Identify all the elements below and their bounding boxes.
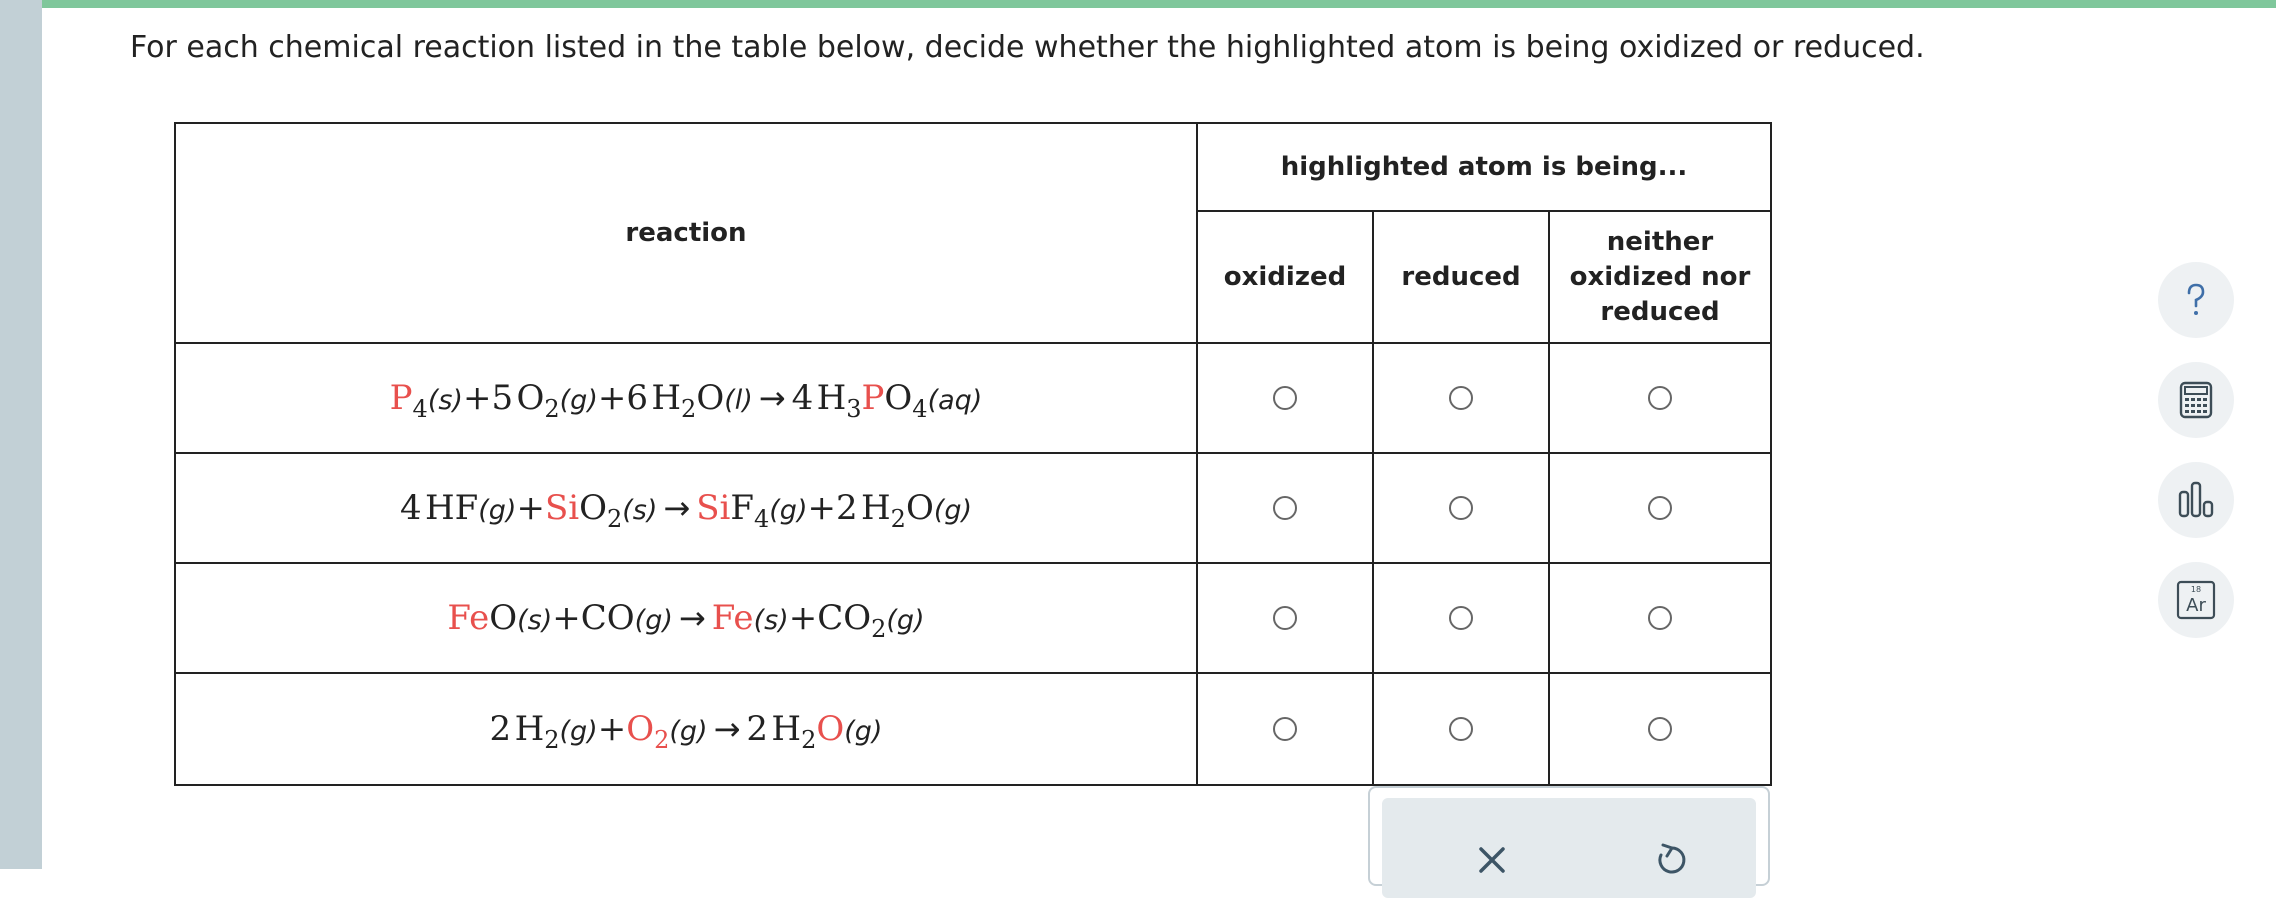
radio-cell-oxidized[interactable] <box>1196 562 1374 674</box>
reaction-table: reaction highlighted atom is being... ox… <box>174 122 1772 786</box>
radio-cell-neither[interactable] <box>1548 342 1772 454</box>
radio-oxidized[interactable] <box>1273 496 1297 520</box>
highlighted-atom: O <box>626 709 655 749</box>
radio-cell-reduced[interactable] <box>1372 452 1550 564</box>
option-header-neither: neither oxidized nor reduced <box>1548 210 1772 344</box>
svg-text:18: 18 <box>2191 585 2201 594</box>
reaction-equation: 2 H2(g)+O2(g) → 2 H2O(g) <box>174 672 1198 786</box>
radio-cell-reduced[interactable] <box>1372 342 1550 454</box>
highlighted-atom: P <box>389 378 413 418</box>
radio-cell-oxidized[interactable] <box>1196 672 1374 786</box>
clear-button[interactable] <box>1468 836 1516 884</box>
radio-oxidized[interactable] <box>1273 717 1297 741</box>
data-chart-button[interactable] <box>2158 462 2234 538</box>
radio-neither[interactable] <box>1648 606 1672 630</box>
answer-tools-bar <box>1382 798 1756 898</box>
radio-cell-oxidized[interactable] <box>1196 452 1374 564</box>
table-row: 2 H2(g)+O2(g) → 2 H2O(g) <box>174 672 1772 786</box>
highlighted-atom: Fe <box>447 598 490 638</box>
radio-cell-reduced[interactable] <box>1372 672 1550 786</box>
calculator-button[interactable] <box>2158 362 2234 438</box>
radio-neither[interactable] <box>1648 717 1672 741</box>
table-row: FeO(s)+CO(g) → Fe(s)+CO2(g) <box>174 562 1772 674</box>
radio-cell-neither[interactable] <box>1548 672 1772 786</box>
highlighted-atom-group-header: highlighted atom is being... <box>1196 122 1772 212</box>
periodic-table-button[interactable]: 18 Ar <box>2158 562 2234 638</box>
help-button[interactable] <box>2158 262 2234 338</box>
radio-cell-neither[interactable] <box>1548 452 1772 564</box>
answer-tools-panel <box>1368 786 1770 898</box>
radio-cell-reduced[interactable] <box>1372 562 1550 674</box>
bar-chart-icon <box>2178 481 2214 518</box>
reset-button[interactable] <box>1648 836 1696 884</box>
option-header-reduced: reduced <box>1372 210 1550 344</box>
undo-icon <box>1658 843 1686 874</box>
radio-reduced[interactable] <box>1449 496 1473 520</box>
reaction-column-header: reaction <box>174 122 1198 344</box>
radio-reduced[interactable] <box>1449 717 1473 741</box>
radio-oxidized[interactable] <box>1273 606 1297 630</box>
highlighted-atom: Si <box>544 488 580 528</box>
calculator-icon <box>2179 381 2213 419</box>
option-header-oxidized: oxidized <box>1196 210 1374 344</box>
table-row: 4 HF(g)+SiO2(s) → SiF4(g)+2 H2O(g) <box>174 452 1772 564</box>
left-rail <box>0 0 42 869</box>
radio-neither[interactable] <box>1648 496 1672 520</box>
reaction-equation: 4 HF(g)+SiO2(s) → SiF4(g)+2 H2O(g) <box>174 452 1198 564</box>
svg-text:Ar: Ar <box>2186 595 2206 616</box>
reaction-equation: FeO(s)+CO(g) → Fe(s)+CO2(g) <box>174 562 1198 674</box>
radio-oxidized[interactable] <box>1273 386 1297 410</box>
progress-bar <box>42 0 2276 8</box>
radio-neither[interactable] <box>1648 386 1672 410</box>
radio-cell-neither[interactable] <box>1548 562 1772 674</box>
radio-reduced[interactable] <box>1449 606 1473 630</box>
table-row: P4(s)+5 O2(g)+6 H2O(l) → 4 H3PO4(aq) <box>174 342 1772 454</box>
reaction-equation: P4(s)+5 O2(g)+6 H2O(l) → 4 H3PO4(aq) <box>174 342 1198 454</box>
periodic-table-icon: 18 Ar <box>2176 580 2216 620</box>
close-x-icon <box>1479 847 1505 873</box>
help-question-icon <box>2187 283 2205 315</box>
radio-reduced[interactable] <box>1449 386 1473 410</box>
question-prompt: For each chemical reaction listed in the… <box>130 30 1925 65</box>
radio-cell-oxidized[interactable] <box>1196 342 1374 454</box>
